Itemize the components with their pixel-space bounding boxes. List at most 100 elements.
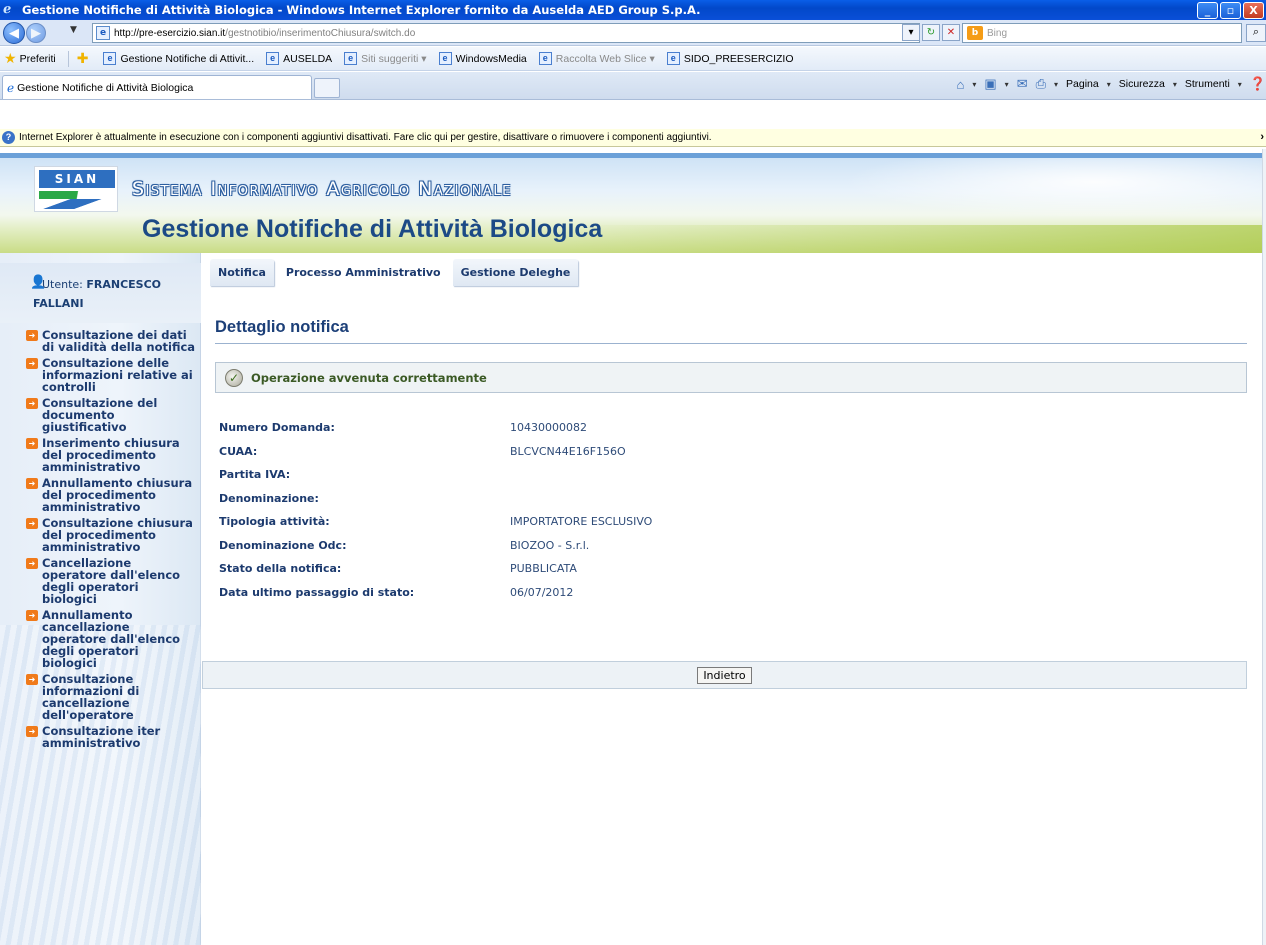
- logo-wave-green: [39, 191, 115, 199]
- search-placeholder: Bing: [987, 27, 1008, 39]
- sidebar-item[interactable]: ➜ Annullamento chiusura del procedimento …: [26, 477, 196, 513]
- logo-text: SIAN: [39, 170, 115, 188]
- detail-label: Tipologia attività:: [219, 515, 330, 529]
- search-field[interactable]: b Bing: [962, 23, 1242, 43]
- sidebar-item[interactable]: ➜ Consultazione dei dati di validità dell…: [26, 329, 196, 353]
- maximize-button[interactable]: ▫: [1220, 2, 1241, 19]
- ie-logo-icon: ℯ: [3, 2, 12, 17]
- stop-icon[interactable]: ✕: [942, 24, 960, 41]
- print-icon[interactable]: ⎙: [1036, 76, 1046, 92]
- vertical-scrollbar[interactable]: [1262, 149, 1266, 945]
- bing-icon: b: [967, 26, 983, 40]
- sidebar-item[interactable]: ➜ Consultazione del documento giustificat…: [26, 397, 196, 433]
- url-dropdown-icon[interactable]: ▾: [902, 24, 920, 41]
- ie-page-icon: e: [666, 52, 680, 65]
- sidebar-item[interactable]: ➜ Consultazione delle informazioni relati…: [26, 357, 196, 393]
- ie-page-icon: e: [266, 52, 280, 65]
- window-controls: _ ▫ X: [1197, 2, 1264, 19]
- notification-details: Numero Domanda: 10430000082 CUAA: BLCVCN44…: [219, 416, 919, 604]
- window-titlebar: ℯ Gestione Notifiche di Attività Biologi…: [0, 0, 1266, 20]
- arrow-icon: ➜: [26, 674, 38, 685]
- help-icon[interactable]: ❓: [1250, 76, 1266, 92]
- forward-icon[interactable]: ▶: [26, 23, 46, 43]
- user-label-text: Utente:: [42, 278, 83, 291]
- tab-label: Gestione Notifiche di Attività Biologica: [17, 81, 194, 94]
- button-bar: Indietro: [202, 661, 1247, 689]
- addon-info-bar[interactable]: ? Internet Explorer è attualmente in ese…: [0, 129, 1266, 147]
- detail-label: Numero Domanda:: [219, 421, 335, 435]
- arrow-icon: ➜: [26, 398, 38, 409]
- user-last-name: FALLANI: [33, 297, 84, 310]
- favorite-item[interactable]: e Gestione Notifiche di Attivit...: [103, 52, 254, 65]
- add-favorite-icon[interactable]: ✚: [77, 50, 92, 67]
- sidebar-item-label: Consultazione chiusura del procedimento …: [42, 516, 193, 554]
- detail-row: Stato della notifica: PUBBLICATA: [219, 557, 919, 581]
- dropdown-icon[interactable]: ▾: [1173, 80, 1177, 89]
- detail-label: CUAA:: [219, 444, 258, 458]
- refresh-icon[interactable]: ↻: [922, 24, 940, 41]
- tab-active[interactable]: ℯ Gestione Notifiche di Attività Biologi…: [2, 75, 312, 99]
- header-grass: [562, 225, 1262, 253]
- detail-label: Denominazione:: [219, 491, 319, 505]
- detail-label: Stato della notifica:: [219, 562, 342, 576]
- user-label: Utente: FRANCESCO: [42, 278, 161, 291]
- address-field[interactable]: e http://pre-esercizio.sian.it/gestnotib…: [92, 23, 920, 43]
- back-icon[interactable]: ◀: [3, 22, 25, 44]
- mail-icon[interactable]: ✉: [1017, 76, 1028, 92]
- minimize-button[interactable]: _: [1197, 2, 1218, 19]
- sidebar-item[interactable]: ➜ Consultazione informazioni di cancellaz…: [26, 673, 196, 721]
- sidebar-item-label: Annullamento chiusura del procedimento a…: [42, 476, 193, 514]
- check-icon: ✓: [225, 368, 243, 387]
- page-title: Dettaglio notifica: [215, 318, 349, 336]
- favorite-item[interactable]: e Siti suggeriti ▾: [344, 52, 427, 65]
- tools-menu[interactable]: Strumenti: [1185, 78, 1230, 90]
- history-dropdown-icon[interactable]: ▼: [70, 25, 77, 35]
- detail-row: Partita IVA:: [219, 463, 919, 487]
- security-menu[interactable]: Sicurezza: [1119, 78, 1165, 90]
- close-button[interactable]: X: [1243, 2, 1264, 19]
- tab-gestione-deleghe[interactable]: Gestione Deleghe: [452, 259, 579, 286]
- detail-label: Denominazione Odc:: [219, 538, 347, 552]
- dropdown-icon[interactable]: ▾: [972, 80, 976, 89]
- dropdown-icon[interactable]: ▾: [1005, 80, 1009, 89]
- user-first-name: FRANCESCO: [86, 278, 162, 291]
- site-header: SIAN Sistema Informativo Agricolo Nazion…: [0, 153, 1262, 253]
- page-menu[interactable]: Pagina: [1066, 78, 1099, 90]
- favorite-item[interactable]: e SIDO_PREESERCIZIO: [666, 52, 794, 65]
- new-tab-button[interactable]: [314, 78, 340, 98]
- sidebar-item-label: Consultazione dei dati di validità della…: [42, 328, 196, 354]
- separator: [67, 50, 69, 67]
- back-button[interactable]: Indietro: [697, 666, 752, 684]
- dropdown-icon[interactable]: ▾: [1054, 80, 1058, 89]
- arrow-icon: ➜: [26, 358, 38, 369]
- favorite-item-label: SIDO_PREESERCIZIO: [683, 52, 794, 65]
- favorite-item[interactable]: e WindowsMedia: [438, 52, 527, 65]
- tab-notifica[interactable]: Notifica: [210, 259, 274, 286]
- sidebar-item[interactable]: ➜ Annullamento cancellazione operatore da…: [26, 609, 196, 669]
- favorites-button[interactable]: ★ Preferiti: [4, 50, 56, 67]
- sidebar-item[interactable]: ➜ Cancellazione operatore dall'elenco deg…: [26, 557, 196, 605]
- url-text[interactable]: http://pre-esercizio.sian.it/gestnotibio…: [114, 28, 415, 39]
- tab-processo-amministrativo[interactable]: Processo Amministrativo: [278, 259, 449, 286]
- window-title: Gestione Notifiche di Attività Biologica…: [22, 3, 701, 17]
- home-icon[interactable]: ⌂: [957, 77, 965, 92]
- detail-row: Data ultimo passaggio di stato: 06/07/201…: [219, 581, 919, 605]
- ie-page-icon: e: [103, 52, 117, 65]
- sidebar-item[interactable]: ➜ Inserimento chiusura del procedimento a…: [26, 437, 196, 473]
- favorite-item[interactable]: e AUSELDA: [266, 52, 332, 65]
- dropdown-icon[interactable]: ▾: [1238, 80, 1242, 89]
- feeds-icon[interactable]: ▣: [984, 76, 996, 92]
- sidebar-item[interactable]: ➜ Consultazione chiusura del procedimento…: [26, 517, 196, 553]
- ie-tab-icon: ℯ: [7, 80, 15, 95]
- dropdown-icon[interactable]: ▾: [1107, 80, 1111, 89]
- address-toolbar: ◀ ▶ ▼ e http://pre-esercizio.sian.it/ges…: [0, 20, 1266, 46]
- favorite-item[interactable]: e Raccolta Web Slice ▾: [538, 52, 655, 65]
- detail-row: Numero Domanda: 10430000082: [219, 416, 919, 440]
- logo-wave-blue: [39, 199, 115, 209]
- detail-label: Data ultimo passaggio di stato:: [219, 585, 415, 599]
- search-icon[interactable]: ⌕: [1246, 24, 1266, 42]
- infobar-close-icon[interactable]: ›: [1260, 131, 1264, 143]
- sidebar-item[interactable]: ➜ Consultazione iter amministrativo: [26, 725, 196, 749]
- detail-value: 06/07/2012: [510, 585, 574, 599]
- sidebar-item-label: Cancellazione operatore dall'elenco degl…: [42, 556, 181, 606]
